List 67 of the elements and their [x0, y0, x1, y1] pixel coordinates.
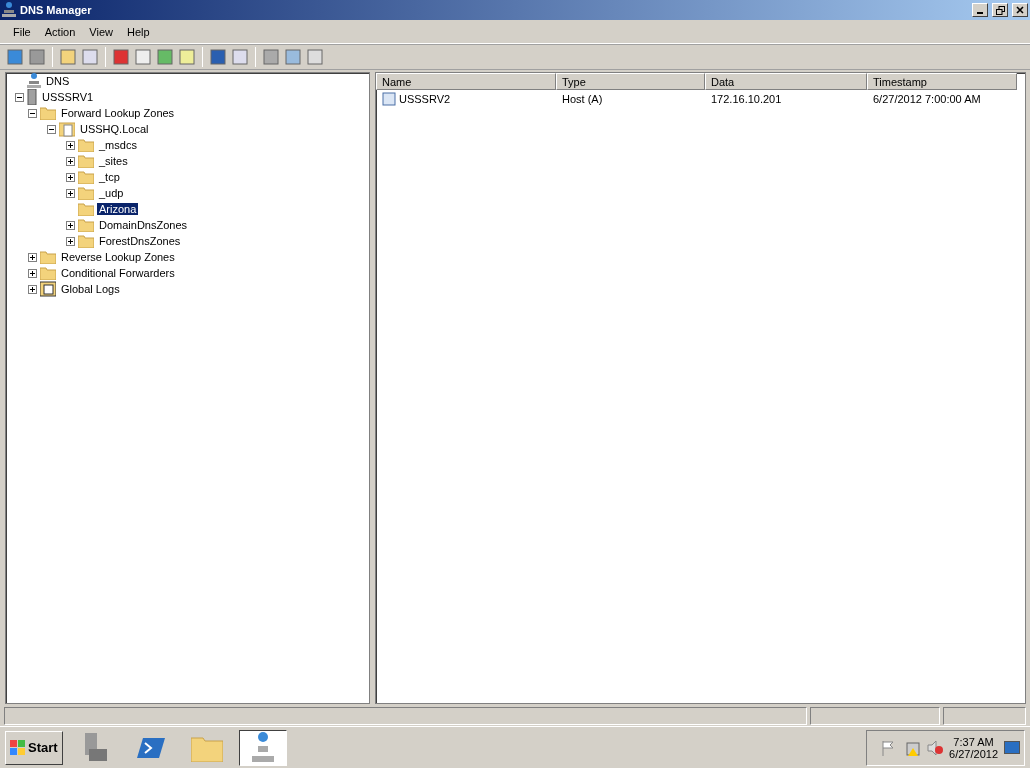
log-icon — [40, 281, 56, 297]
collapse-icon[interactable] — [47, 124, 56, 134]
folder-icon — [78, 154, 94, 168]
collapse-icon[interactable] — [15, 92, 24, 102]
tree-item[interactable]: Reverse Lookup Zones — [59, 251, 177, 263]
clock-time: 7:37 AM — [953, 735, 994, 748]
folder-icon — [78, 170, 94, 184]
tree-item[interactable]: Global Logs — [59, 283, 122, 295]
minimize-button[interactable] — [972, 3, 988, 17]
zone-icon — [59, 121, 75, 137]
folder-icon — [78, 234, 94, 248]
menu-item[interactable]: Action — [37, 25, 83, 38]
expand-icon[interactable] — [66, 220, 75, 230]
table-cell: 172.16.10.201 — [711, 92, 782, 105]
tree-item[interactable]: _msdcs — [97, 139, 139, 151]
expand-icon[interactable] — [66, 140, 75, 150]
tree-item[interactable]: _sites — [97, 155, 130, 167]
tree-item[interactable]: _tcp — [97, 171, 122, 183]
menu-item[interactable]: View — [82, 25, 120, 38]
expand-icon[interactable] — [28, 268, 37, 278]
folder-icon — [78, 202, 94, 216]
tree-item[interactable]: Arizona — [97, 203, 139, 215]
tree-item[interactable]: USSHQ.Local — [78, 123, 151, 135]
expand-icon[interactable] — [66, 156, 75, 166]
table-cell: Host (A) — [562, 92, 603, 105]
terminal-icon — [136, 735, 165, 760]
tree-item[interactable]: Forward Lookup Zones — [59, 107, 177, 119]
network-warning-icon — [903, 739, 922, 756]
restore-icon — [995, 5, 1005, 15]
folder-icon — [40, 250, 56, 264]
network-icon — [2, 2, 16, 18]
column-header[interactable]: Timestamp — [867, 73, 1017, 90]
expand-icon[interactable] — [28, 284, 37, 294]
folder-icon — [40, 266, 56, 280]
folder-icon — [78, 138, 94, 152]
show-desktop-icon — [1004, 740, 1020, 755]
table-cell: USSSRV2 — [399, 92, 451, 105]
windows-logo-icon — [10, 739, 26, 756]
folder-icon — [78, 218, 94, 232]
column-header[interactable]: Type — [556, 73, 705, 90]
start-button[interactable]: Start — [5, 730, 63, 765]
collapse-icon[interactable] — [28, 108, 37, 118]
clock-date: 6/27/2012 — [949, 747, 998, 760]
close-button[interactable] — [1012, 3, 1028, 17]
speaker-muted-icon — [927, 739, 944, 756]
menu-item[interactable]: Help — [119, 25, 157, 38]
network-icon — [249, 731, 276, 764]
tree-item[interactable]: DomainDnsZones — [97, 219, 190, 231]
expand-icon[interactable] — [28, 252, 37, 262]
tree-item[interactable]: USSSRV1 — [40, 91, 96, 103]
menu-item[interactable]: File — [6, 25, 38, 38]
column-header[interactable]: Name — [376, 73, 556, 90]
column-header[interactable]: Data — [705, 73, 867, 90]
tree-item[interactable]: DNS — [44, 75, 72, 87]
window-title: DNS Manager — [20, 4, 93, 16]
expand-icon[interactable] — [66, 188, 75, 198]
expand-icon[interactable] — [66, 172, 75, 182]
restore-button[interactable] — [992, 3, 1008, 17]
tree-item[interactable]: _udp — [97, 187, 126, 199]
tree-item[interactable]: Conditional Forwarders — [59, 267, 177, 279]
tree-item[interactable]: ForestDnsZones — [97, 235, 183, 247]
table-cell: 6/27/2012 7:00:00 AM — [873, 92, 981, 105]
expand-icon[interactable] — [66, 236, 75, 246]
folder-icon — [78, 186, 94, 200]
folder-icon — [40, 106, 56, 120]
close-icon — [1016, 6, 1024, 14]
taskbar-app[interactable] — [238, 729, 287, 766]
